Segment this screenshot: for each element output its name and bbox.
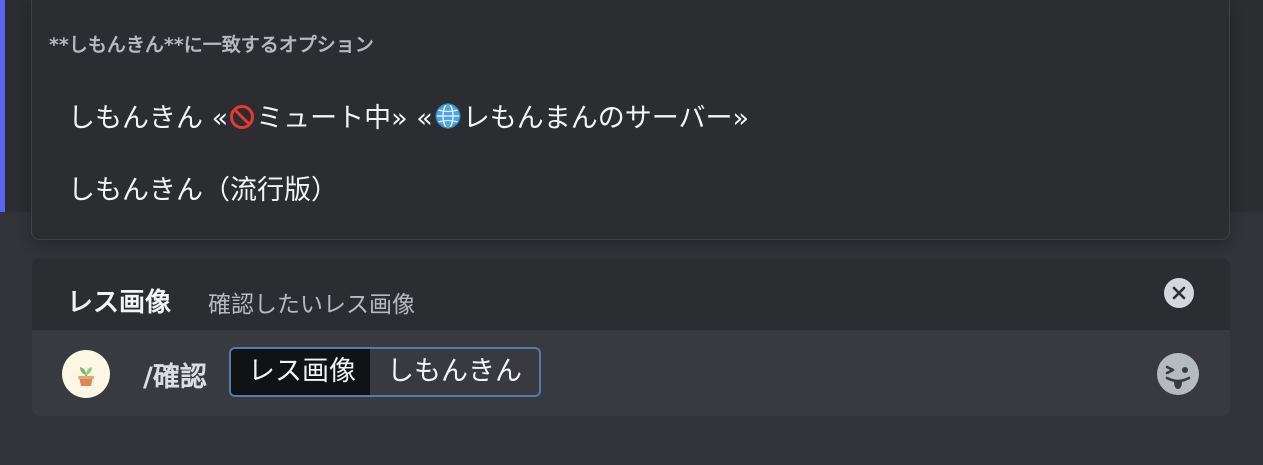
autocomplete-popup: **しもんきん**に一致するオプション しもんきん « ミュート中» « レもんまん…: [31, 0, 1230, 240]
mute-status: ミュート中: [256, 103, 392, 134]
message-input-bar: /確認 レス画像 しもんきん: [32, 330, 1230, 416]
autocomplete-header: **しもんきん**に一致するオプション: [49, 34, 374, 56]
option-field-name: レス画像: [231, 349, 370, 395]
server-name: レもんまんのサーバー: [462, 103, 733, 134]
autocomplete-option-2[interactable]: しもんきん（流行版）: [68, 168, 338, 207]
option-name: しもんきん: [68, 103, 203, 134]
globe-icon: [434, 102, 462, 137]
option-label: レス画像: [67, 288, 172, 318]
no-entry-icon: [229, 104, 255, 137]
open-quote: «: [211, 103, 229, 134]
mid-quote: » «: [391, 103, 433, 134]
option-description: 確認したいレス画像: [208, 292, 415, 318]
command-option-bar: レス画像 確認したいレス画像: [32, 258, 1230, 330]
close-quote: »: [732, 103, 750, 134]
command-name: /確認: [143, 362, 207, 393]
autocomplete-option-1[interactable]: しもんきん « ミュート中» « レもんまんのサーバー»: [68, 96, 749, 137]
close-icon[interactable]: [1164, 278, 1194, 308]
emoji-face-icon[interactable]: [1156, 352, 1200, 396]
command-option-field[interactable]: レス画像 しもんきん: [229, 347, 541, 397]
option-field-value[interactable]: しもんきん: [370, 349, 539, 395]
potted-sprout-icon: [62, 350, 110, 398]
mention-highlight-bar: [0, 0, 5, 212]
option-name: しもんきん（流行版）: [68, 175, 338, 206]
